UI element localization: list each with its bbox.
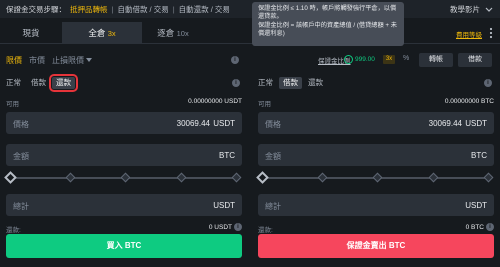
sell-mode-selector: 正常 借款 還款 [258, 76, 329, 90]
tooltip-line-formula: 保證金比例 = 該帳戶中的資產總值 / (借貸總額 + 未償還利息) [258, 21, 397, 38]
margin-steps-bar: 保證金交易步驟： 抵押品轉帳 | 自動借款 / 交易 | 自動還款 / 交易 教… [0, 0, 500, 18]
order-type-stop-limit[interactable]: 止損限價 [52, 55, 92, 66]
chevron-down-icon [86, 58, 92, 63]
slider-tick-100[interactable] [483, 172, 494, 183]
amount-slider[interactable] [256, 171, 494, 184]
info-icon[interactable]: i [486, 223, 494, 231]
available-value: 0.00000000 BTC [444, 98, 494, 105]
tab-label: 全倉 [88, 28, 106, 38]
mode-repay[interactable]: 還款 [304, 77, 327, 89]
info-icon[interactable]: i [232, 79, 240, 87]
mode-normal[interactable]: 正常 [258, 77, 277, 89]
repay-label: 還款: [258, 227, 273, 234]
margin-sell-btc-button[interactable]: 保證金賣出 BTC [258, 234, 494, 258]
margin-level-ring-icon [344, 55, 353, 64]
mode-borrow[interactable]: 借款 [27, 77, 50, 89]
slider-tick-100[interactable] [231, 172, 242, 183]
info-icon[interactable]: i [484, 79, 492, 87]
leverage-badge[interactable]: 3x [383, 55, 395, 64]
available-label: 可用 [258, 101, 271, 108]
slider-handle[interactable] [256, 171, 269, 184]
total-input[interactable]: 總計 USDT [6, 194, 242, 216]
price-input[interactable]: 價格 30069.44 USDT [258, 112, 494, 134]
fee-level-link[interactable]: 費用等級 [456, 29, 482, 39]
total-unit: USDT [213, 201, 235, 210]
buy-mode-selector: 正常 借款 還款 [6, 74, 78, 92]
info-icon[interactable]: i [234, 223, 242, 231]
amount-label: 金額 [13, 152, 29, 161]
trade-type-tabs: 現貨 全倉 3x 逐倉 10x 費用等級 [0, 22, 500, 44]
step-collateral-transfer[interactable]: 抵押品轉帳 [70, 4, 108, 15]
tab-label: 現貨 [22, 28, 40, 38]
repay-value: 0 USDT [208, 224, 232, 231]
total-label: 總計 [13, 202, 29, 211]
price-label: 價格 [13, 120, 29, 129]
available-balance: 可用 0.00000000 USDT [6, 98, 242, 108]
more-options-icon[interactable] [486, 26, 496, 40]
mode-repay[interactable]: 還款 [49, 74, 78, 92]
amount-unit: BTC [219, 151, 235, 160]
total-input[interactable]: 總計 USDT [258, 194, 494, 216]
tooltip-line-liquidation: 保證金比例 ≤ 1.10 時，帳戶將觸發強行平倉，以償還貸款。 [258, 5, 397, 21]
buy-btc-button[interactable]: 買入 BTC [6, 234, 242, 258]
stop-limit-label: 止損限價 [52, 55, 84, 65]
repay-amount: 還款: 0 BTC i [258, 223, 494, 234]
order-type-market[interactable]: 市價 [29, 55, 45, 66]
price-label: 價格 [265, 120, 281, 129]
repay-amount: 還款: 0 USDT i [6, 223, 242, 234]
sell-panel: 正常 借款 還款 i 可用 0.00000000 BTC 價格 30069.44… [256, 76, 494, 264]
slider-handle[interactable] [4, 171, 17, 184]
order-type-limit[interactable]: 限價 [6, 55, 22, 66]
slider-tick-75[interactable] [176, 172, 187, 183]
steps-label: 保證金交易步驟： [6, 4, 66, 14]
step-separator: | [111, 4, 114, 14]
step-auto-borrow[interactable]: 自動借款 / 交易 [117, 4, 168, 15]
slider-tick-25[interactable] [65, 172, 76, 183]
slider-tick-75[interactable] [428, 172, 439, 183]
price-unit: USDT [213, 119, 235, 128]
mode-normal[interactable]: 正常 [6, 77, 25, 89]
slider-tick-50[interactable] [120, 172, 131, 183]
tab-leverage: 10x [176, 29, 189, 38]
borrow-button[interactable]: 借款 [458, 53, 492, 67]
amount-input[interactable]: 金額 BTC [6, 144, 242, 166]
transfer-button[interactable]: 轉帳 [419, 53, 453, 67]
margin-level-tooltip: 保證金比例 ≤ 1.10 時，帳戶將觸發強行平倉，以償還貸款。 保證金比例 = … [252, 2, 404, 46]
tutorial-video-link[interactable]: 教學影片 [450, 4, 480, 15]
amount-slider[interactable] [4, 171, 242, 184]
tab-label: 逐倉 [157, 28, 175, 38]
info-icon[interactable]: i [231, 56, 239, 64]
tab-leverage: 3x [107, 29, 116, 38]
repay-value: 0 BTC [465, 224, 484, 231]
tab-cross[interactable]: 全倉 3x [62, 22, 142, 44]
percent-icon[interactable]: % [403, 55, 409, 62]
available-value: 0.00000000 USDT [188, 98, 242, 105]
amount-input[interactable]: 金額 BTC [258, 144, 494, 166]
slider-tick-25[interactable] [317, 172, 328, 183]
mode-borrow[interactable]: 借款 [279, 77, 302, 89]
price-input[interactable]: 價格 30069.44 USDT [6, 112, 242, 134]
buy-panel: 正常 借款 還款 i 可用 0.00000000 USDT 價格 30069.4… [4, 74, 242, 264]
repay-label: 還款: [6, 227, 21, 234]
price-value[interactable]: 30069.44 [177, 119, 210, 128]
price-unit: USDT [465, 119, 487, 128]
tab-spot[interactable]: 現貨 [0, 22, 62, 44]
expand-icon[interactable] [484, 4, 494, 14]
order-type-selector: 限價 市價 止損限價 [6, 54, 99, 66]
slider-tick-50[interactable] [372, 172, 383, 183]
total-unit: USDT [465, 201, 487, 210]
amount-unit: BTC [471, 151, 487, 160]
margin-level-indicator: 999.00 [344, 55, 375, 64]
tab-isolated[interactable]: 逐倉 10x [142, 22, 204, 44]
step-auto-repay[interactable]: 自動還款 / 交易 [179, 4, 230, 15]
price-value[interactable]: 30069.44 [429, 119, 462, 128]
step-separator: | [172, 4, 175, 14]
total-label: 總計 [265, 202, 281, 211]
margin-level-value: 999.00 [355, 56, 375, 63]
amount-label: 金額 [265, 152, 281, 161]
available-balance: 可用 0.00000000 BTC [258, 98, 494, 108]
available-label: 可用 [6, 101, 19, 108]
